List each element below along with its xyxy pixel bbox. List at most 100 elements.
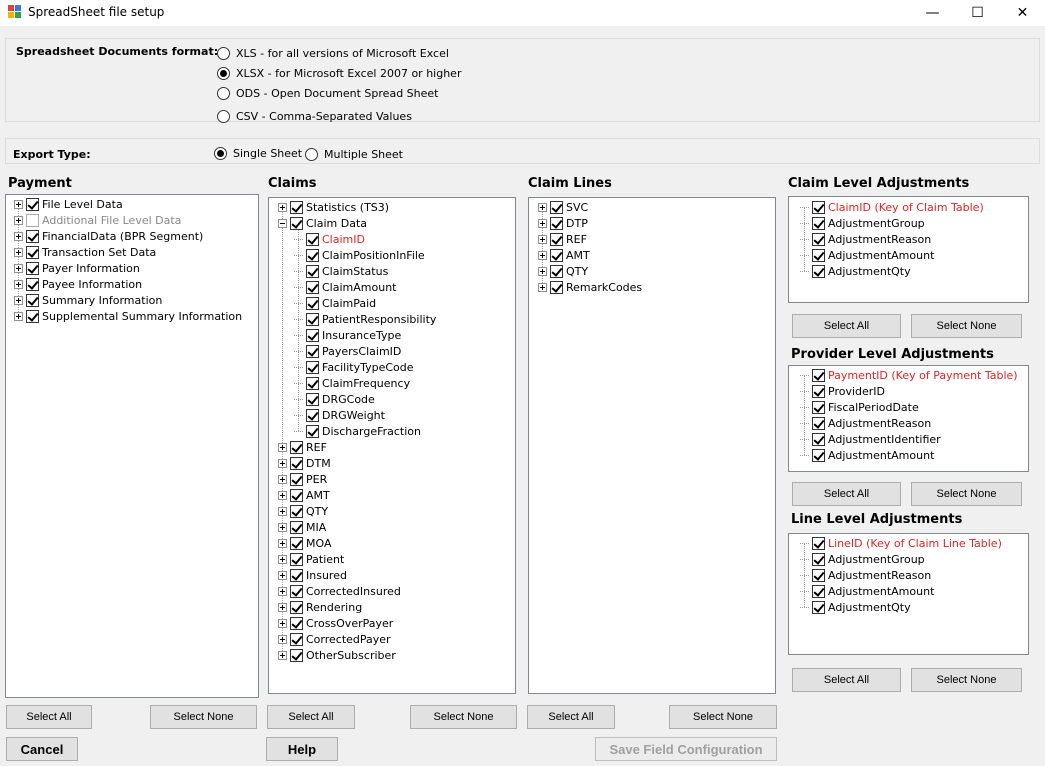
checkbox[interactable]: [290, 568, 303, 582]
checkbox[interactable]: [290, 504, 303, 518]
checkbox[interactable]: [306, 392, 319, 406]
claims-select-none-button[interactable]: Select None: [410, 705, 517, 729]
expand-icon[interactable]: [538, 266, 547, 276]
checkbox[interactable]: [290, 456, 303, 470]
tree-item[interactable]: AMT: [278, 487, 330, 503]
expand-icon[interactable]: [278, 458, 287, 468]
expand-icon[interactable]: [278, 602, 287, 612]
provider-adj-select-all-button[interactable]: Select All: [792, 482, 901, 506]
expand-icon[interactable]: [278, 538, 287, 548]
export-type-option-0[interactable]: Single Sheet: [214, 147, 302, 160]
checkbox[interactable]: [550, 200, 563, 214]
help-button[interactable]: Help: [266, 737, 338, 761]
expand-icon[interactable]: [278, 202, 287, 212]
tree-item[interactable]: DischargeFraction: [294, 423, 421, 439]
checkbox[interactable]: [812, 264, 825, 278]
expand-icon[interactable]: [278, 474, 287, 484]
tree-item[interactable]: FiscalPeriodDate: [800, 399, 919, 415]
save-field-configuration-button[interactable]: Save Field Configuration: [595, 737, 777, 761]
checkbox[interactable]: [306, 344, 319, 358]
tree-item[interactable]: AMT: [538, 247, 590, 263]
tree-item[interactable]: QTY: [278, 503, 328, 519]
checkbox[interactable]: [306, 408, 319, 422]
checkbox[interactable]: [306, 248, 319, 262]
checkbox[interactable]: [550, 264, 563, 278]
checkbox[interactable]: [812, 568, 825, 582]
checkbox[interactable]: [306, 280, 319, 294]
expand-icon[interactable]: [278, 570, 287, 580]
checkbox[interactable]: [812, 552, 825, 566]
tree-item[interactable]: DRGWeight: [294, 407, 385, 423]
line-adj-tree[interactable]: LineID (Key of Claim Line Table) Adjustme…: [788, 533, 1029, 655]
tree-item[interactable]: FacilityTypeCode: [294, 359, 414, 375]
checkbox[interactable]: [290, 600, 303, 614]
tree-item[interactable]: File Level Data: [14, 196, 123, 212]
checkbox[interactable]: [812, 432, 825, 446]
payment-tree[interactable]: File Level Data Additional File Level Dat…: [5, 194, 259, 698]
tree-item[interactable]: ClaimStatus: [294, 263, 388, 279]
expand-icon[interactable]: [278, 554, 287, 564]
checkbox[interactable]: [26, 229, 39, 243]
tree-item[interactable]: Statistics (TS3): [278, 199, 389, 215]
expand-icon[interactable]: [538, 234, 547, 244]
tree-item[interactable]: AdjustmentIdentifier: [800, 431, 941, 447]
claim-lines-select-none-button[interactable]: Select None: [669, 705, 777, 729]
tree-item[interactable]: DTP: [538, 215, 588, 231]
checkbox[interactable]: [812, 384, 825, 398]
tree-item[interactable]: AdjustmentAmount: [800, 447, 934, 463]
claim-adj-select-none-button[interactable]: Select None: [911, 314, 1022, 338]
export-type-option-1[interactable]: Multiple Sheet: [305, 148, 403, 161]
tree-item[interactable]: AdjustmentQty: [800, 599, 911, 615]
radio-button[interactable]: [217, 110, 230, 123]
tree-item[interactable]: FinancialData (BPR Segment): [14, 228, 203, 244]
tree-item[interactable]: DTM: [278, 455, 331, 471]
checkbox[interactable]: [26, 245, 39, 259]
tree-item[interactable]: ClaimAmount: [294, 279, 396, 295]
provider-adj-select-none-button[interactable]: Select None: [911, 482, 1022, 506]
checkbox[interactable]: [812, 216, 825, 230]
expand-icon[interactable]: [14, 199, 23, 209]
checkbox[interactable]: [290, 200, 303, 214]
expand-icon[interactable]: [278, 490, 287, 500]
tree-item[interactable]: AdjustmentAmount: [800, 247, 934, 263]
expand-icon[interactable]: [14, 295, 23, 305]
checkbox[interactable]: [290, 552, 303, 566]
line-adj-select-all-button[interactable]: Select All: [792, 668, 901, 692]
checkbox[interactable]: [550, 280, 563, 294]
close-icon[interactable]: ✕: [1000, 0, 1045, 26]
radio-button[interactable]: [214, 147, 227, 160]
checkbox[interactable]: [290, 520, 303, 534]
format-option-1[interactable]: XLSX - for Microsoft Excel 2007 or highe…: [217, 67, 461, 80]
tree-item[interactable]: AdjustmentQty: [800, 263, 911, 279]
tree-item[interactable]: RemarkCodes: [538, 279, 642, 295]
maximize-icon[interactable]: ☐: [955, 0, 1000, 26]
format-option-2[interactable]: ODS - Open Document Spread Sheet: [217, 87, 438, 100]
tree-item[interactable]: ClaimPaid: [294, 295, 376, 311]
checkbox[interactable]: [290, 648, 303, 662]
tree-item[interactable]: AdjustmentReason: [800, 231, 931, 247]
checkbox[interactable]: [306, 376, 319, 390]
checkbox[interactable]: [550, 216, 563, 230]
checkbox[interactable]: [812, 416, 825, 430]
collapse-icon[interactable]: [278, 218, 287, 228]
expand-icon[interactable]: [278, 650, 287, 660]
checkbox[interactable]: [26, 213, 39, 227]
tree-item[interactable]: QTY: [538, 263, 588, 279]
checkbox[interactable]: [290, 440, 303, 454]
line-adj-select-none-button[interactable]: Select None: [911, 668, 1022, 692]
checkbox[interactable]: [812, 368, 825, 382]
format-option-3[interactable]: CSV - Comma-Separated Values: [217, 110, 412, 123]
checkbox[interactable]: [290, 472, 303, 486]
checkbox[interactable]: [290, 216, 303, 230]
tree-item[interactable]: CorrectedPayer: [278, 631, 391, 647]
checkbox[interactable]: [26, 309, 39, 323]
checkbox[interactable]: [26, 261, 39, 275]
tree-item[interactable]: InsuranceType: [294, 327, 401, 343]
expand-icon[interactable]: [538, 202, 547, 212]
expand-icon[interactable]: [14, 311, 23, 321]
cancel-button[interactable]: Cancel: [6, 737, 78, 761]
checkbox[interactable]: [812, 448, 825, 462]
tree-item[interactable]: Transaction Set Data: [14, 244, 156, 260]
expand-icon[interactable]: [14, 247, 23, 257]
minimize-icon[interactable]: —: [910, 0, 955, 26]
